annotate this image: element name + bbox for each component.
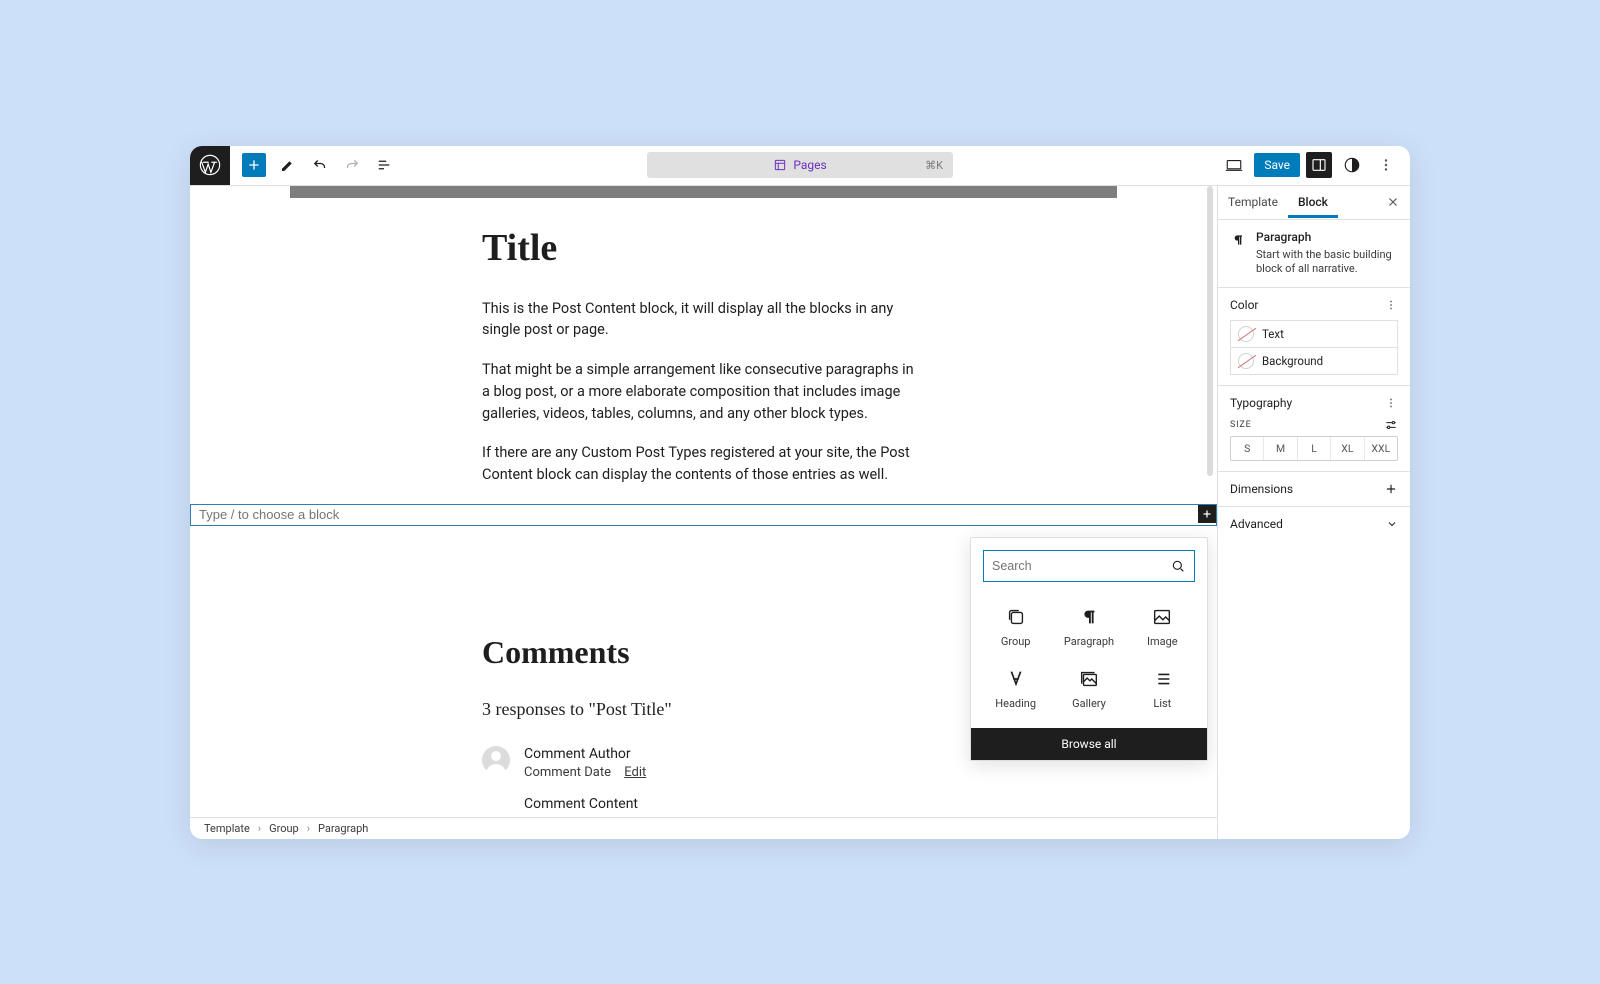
redo-icon[interactable] — [338, 151, 366, 179]
size-xxl[interactable]: XXL — [1365, 437, 1397, 460]
list-icon — [1151, 668, 1173, 690]
size-label: SIZE — [1230, 420, 1252, 430]
color-background-row[interactable]: Background — [1230, 348, 1398, 375]
dimensions-panel[interactable]: Dimensions — [1218, 472, 1410, 507]
editor-canvas[interactable]: Title This is the Post Content block, it… — [190, 186, 1217, 817]
inserter-search[interactable] — [983, 550, 1195, 582]
page-header-placeholder — [290, 186, 1117, 198]
color-swatch-empty — [1238, 326, 1254, 342]
add-block-button[interactable] — [242, 153, 266, 177]
close-sidebar-icon[interactable] — [1376, 195, 1410, 209]
new-paragraph-block[interactable] — [190, 504, 1217, 526]
inline-inserter-icon[interactable] — [1198, 505, 1216, 523]
undo-icon[interactable] — [306, 151, 334, 179]
group-icon — [1005, 606, 1027, 628]
block-info: Paragraph Start with the basic building … — [1218, 220, 1410, 289]
avatar — [482, 746, 510, 774]
color-swatch-empty — [1238, 353, 1254, 369]
settings-sidebar: Template Block Paragraph Start with the … — [1217, 186, 1410, 839]
tab-block[interactable]: Block — [1288, 186, 1338, 218]
top-toolbar: Pages ⌘K Save — [190, 146, 1410, 186]
size-xl[interactable]: XL — [1331, 437, 1364, 460]
more-options-icon[interactable] — [1384, 298, 1398, 312]
edit-tool-icon[interactable] — [274, 151, 302, 179]
settings-panel-toggle-icon[interactable] — [1306, 152, 1332, 178]
comment-author: Comment Author — [524, 746, 646, 762]
advanced-panel[interactable]: Advanced — [1218, 507, 1410, 541]
block-gallery[interactable]: Gallery — [1054, 660, 1123, 718]
main-area: Title This is the Post Content block, it… — [190, 186, 1410, 839]
inserter-search-input[interactable] — [992, 559, 1170, 573]
chevron-down-icon — [1386, 518, 1398, 530]
list-view-icon[interactable] — [370, 151, 398, 179]
block-heading[interactable]: Heading — [981, 660, 1050, 718]
block-group[interactable]: Group — [981, 598, 1050, 656]
image-icon — [1151, 606, 1173, 628]
paragraph-icon — [1078, 606, 1100, 628]
block-list[interactable]: List — [1128, 660, 1197, 718]
inserter-grid: Group Paragraph Image Heading — [971, 594, 1207, 728]
canvas-wrap: Title This is the Post Content block, it… — [190, 186, 1217, 839]
document-name: Pages — [793, 158, 826, 172]
color-heading: Color — [1230, 298, 1258, 312]
breadcrumb-item[interactable]: Paragraph — [318, 822, 368, 835]
sidebar-tabs: Template Block — [1218, 186, 1410, 220]
styles-icon[interactable] — [1338, 151, 1366, 179]
save-button[interactable]: Save — [1254, 153, 1300, 177]
color-text-row[interactable]: Text — [1230, 320, 1398, 348]
content-paragraph[interactable]: If there are any Custom Post Types regis… — [482, 442, 922, 486]
block-name: Paragraph — [1256, 230, 1398, 244]
settings-sliders-icon[interactable] — [1384, 418, 1398, 432]
content-paragraph[interactable]: That might be a simple arrangement like … — [482, 359, 922, 424]
wordpress-logo[interactable] — [190, 146, 230, 186]
tab-template[interactable]: Template — [1218, 186, 1288, 218]
comment-content: Comment Content — [524, 796, 646, 812]
device-preview-icon[interactable] — [1220, 151, 1248, 179]
options-icon[interactable] — [1372, 151, 1400, 179]
tools-right: Save — [1220, 151, 1410, 179]
pages-icon — [773, 158, 787, 172]
block-placeholder-input[interactable] — [191, 507, 1216, 522]
size-m[interactable]: M — [1264, 437, 1297, 460]
more-options-icon[interactable] — [1384, 396, 1398, 410]
block-image[interactable]: Image — [1128, 598, 1197, 656]
page-title[interactable]: Title — [482, 226, 1122, 270]
breadcrumb-item[interactable]: Group — [269, 822, 299, 835]
editor-window: Pages ⌘K Save — [190, 146, 1410, 839]
tools-left — [230, 151, 398, 179]
font-size-buttons: S M L XL XXL — [1230, 436, 1398, 461]
size-s[interactable]: S — [1231, 437, 1264, 460]
breadcrumb: Template › Group › Paragraph — [190, 817, 1217, 839]
typography-heading: Typography — [1230, 396, 1292, 410]
breadcrumb-item[interactable]: Template — [204, 822, 250, 835]
plus-icon — [1384, 482, 1398, 496]
scrollbar[interactable] — [1207, 186, 1213, 476]
document-switcher[interactable]: Pages ⌘K — [647, 152, 953, 178]
color-panel: Color Text Background — [1218, 288, 1410, 386]
comment-edit-link[interactable]: Edit — [624, 765, 646, 780]
post-content: Title This is the Post Content block, it… — [190, 198, 1217, 486]
content-paragraph[interactable]: This is the Post Content block, it will … — [482, 298, 922, 342]
chevron-right-icon: › — [307, 822, 310, 835]
chevron-right-icon: › — [258, 822, 261, 835]
shortcut-hint: ⌘K — [925, 159, 943, 172]
browse-all-button[interactable]: Browse all — [971, 728, 1207, 760]
comment-date: Comment Date — [524, 765, 611, 780]
block-description: Start with the basic building block of a… — [1256, 248, 1398, 278]
paragraph-icon — [1230, 232, 1246, 248]
gallery-icon — [1078, 668, 1100, 690]
block-paragraph[interactable]: Paragraph — [1054, 598, 1123, 656]
typography-panel: Typography SIZE S M L XL XXL — [1218, 386, 1410, 472]
heading-icon — [1005, 668, 1027, 690]
size-l[interactable]: L — [1298, 437, 1331, 460]
block-inserter-popover: Group Paragraph Image Heading — [970, 537, 1208, 761]
search-icon — [1170, 558, 1186, 574]
